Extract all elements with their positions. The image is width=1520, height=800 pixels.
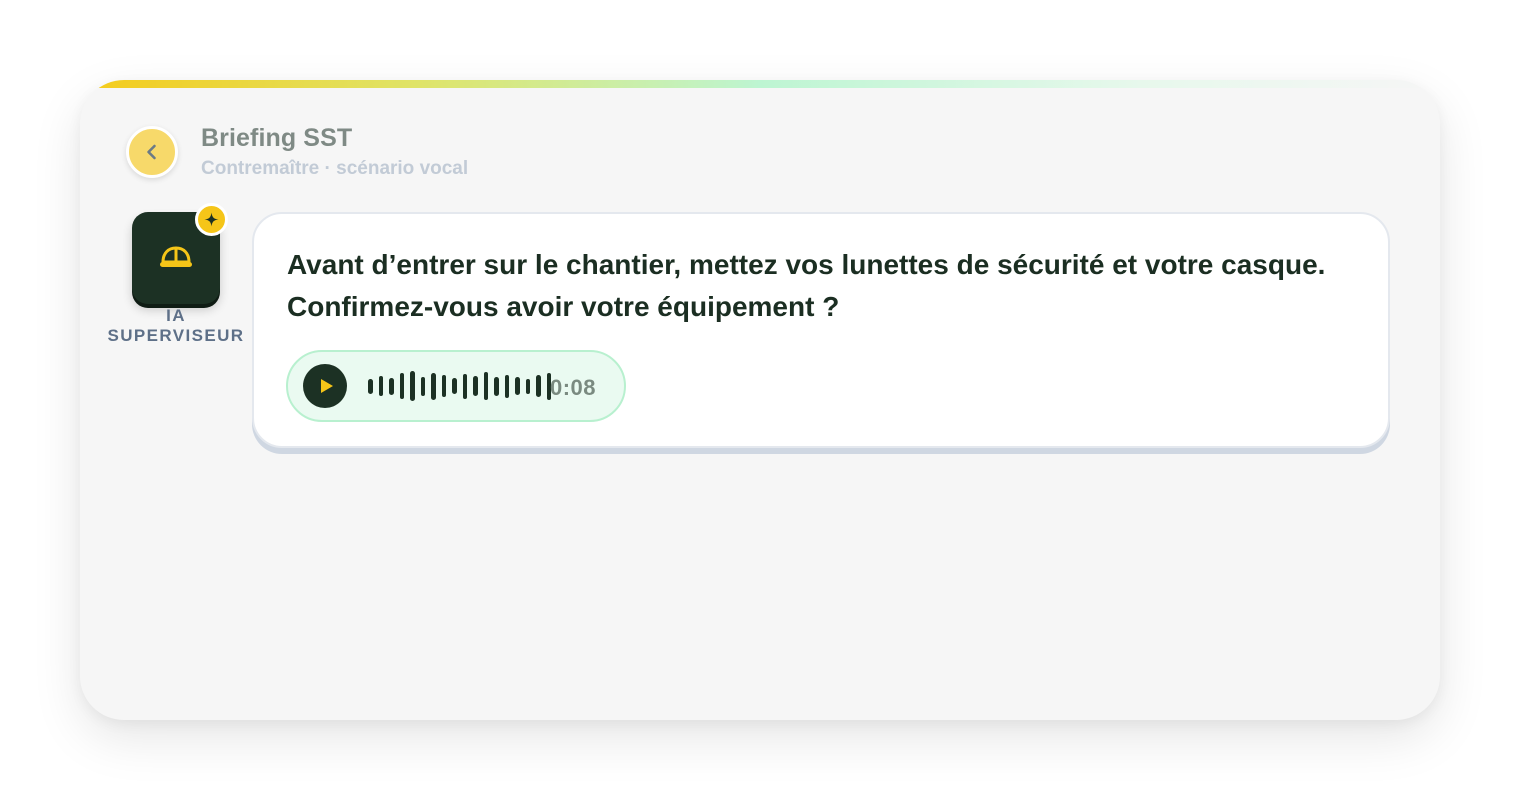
waveform-bar (536, 375, 541, 397)
waveform-bar (452, 378, 457, 394)
audio-waveform (368, 370, 551, 402)
play-icon (320, 379, 333, 393)
message-text: Avant d’entrer sur le chantier, mettez v… (287, 249, 1326, 322)
waveform-bar (473, 376, 478, 396)
play-button[interactable] (303, 364, 347, 408)
waveform-bar (399, 373, 404, 399)
waveform-bar (368, 378, 373, 394)
card-accent-bar (80, 80, 1440, 88)
sparkle-icon (204, 212, 219, 227)
message-bubble: Avant d’entrer sur le chantier, mettez v… (252, 212, 1390, 448)
waveform-bar (378, 376, 383, 396)
waveform-bar (515, 377, 520, 395)
waveform-bar (504, 374, 509, 398)
audio-duration: 0:08 (550, 375, 597, 400)
waveform-bar (494, 376, 499, 396)
waveform-bar (483, 372, 488, 400)
page-subtitle: Contremaître · scénario vocal (201, 158, 469, 179)
audio-player[interactable]: 0:08 (286, 350, 626, 422)
chat-card: Briefing SST Contremaître · scénario voc… (80, 80, 1440, 720)
avatar-badge (195, 203, 228, 236)
page-title: Briefing SST (201, 124, 353, 152)
waveform-bar (389, 377, 394, 395)
chevron-left-icon (147, 144, 156, 160)
waveform-bar (420, 376, 425, 396)
back-button[interactable] (126, 126, 178, 178)
waveform-bar (441, 375, 446, 397)
waveform-bar (431, 372, 436, 400)
avatar-label: IA SUPERVISEUR (107, 306, 245, 345)
waveform-bar (410, 371, 415, 401)
waveform-bar (462, 373, 467, 399)
waveform-bar (525, 378, 530, 394)
hard-hat-icon (160, 246, 192, 267)
